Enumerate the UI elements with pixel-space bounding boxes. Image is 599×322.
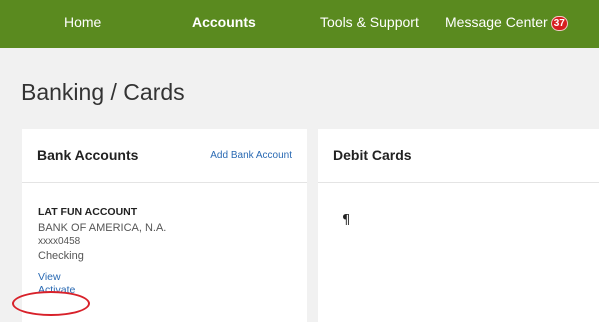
account-name: LAT FUN ACCOUNT bbox=[38, 206, 138, 218]
account-card: LAT FUN ACCOUNT BANK OF AMERICA, N.A. xx… bbox=[38, 206, 166, 297]
nav-message-center[interactable]: Message Center 37 bbox=[445, 0, 568, 48]
top-navigation: Home Accounts Tools & Support Message Ce… bbox=[0, 0, 599, 48]
account-number: xxxx0458 bbox=[38, 236, 81, 247]
message-count-badge: 37 bbox=[550, 16, 568, 31]
nav-tools-support[interactable]: Tools & Support bbox=[320, 0, 419, 48]
page-title: Banking / Cards bbox=[21, 79, 185, 105]
account-bank: BANK OF AMERICA, N.A. bbox=[38, 222, 167, 234]
bank-accounts-header: Bank Accounts Add Bank Account bbox=[22, 129, 307, 183]
view-account-link[interactable]: View bbox=[38, 271, 166, 284]
debit-cards-title: Debit Cards bbox=[333, 147, 412, 163]
debit-cards-panel: Debit Cards ¶ bbox=[318, 129, 599, 322]
pilcrow-mark: ¶ bbox=[342, 213, 351, 228]
bank-accounts-title: Bank Accounts bbox=[37, 147, 139, 163]
activate-highlight-circle bbox=[12, 291, 90, 316]
debit-cards-header: Debit Cards bbox=[318, 129, 599, 183]
nav-home[interactable]: Home bbox=[64, 0, 101, 48]
nav-message-center-label: Message Center bbox=[445, 14, 548, 30]
account-type: Checking bbox=[38, 250, 84, 262]
add-bank-account-link[interactable]: Add Bank Account bbox=[210, 150, 292, 161]
nav-accounts[interactable]: Accounts bbox=[192, 0, 256, 48]
